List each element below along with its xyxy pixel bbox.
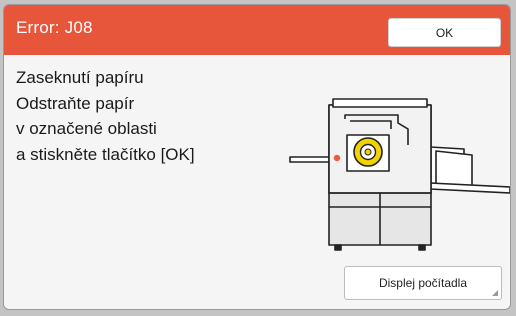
error-message: Zaseknutí papíru Odstraňte papír v označ… <box>16 65 195 167</box>
message-line-3: v označené oblasti <box>16 119 157 138</box>
printer-illustration-icon <box>289 98 510 251</box>
error-title: Error: J08 <box>16 18 93 37</box>
jam-marker-dot <box>333 154 341 162</box>
message-line-4: a stiskněte tlačítko [OK] <box>16 144 195 164</box>
corner-grip-icon <box>492 290 498 296</box>
title-bar: Error: J08 OK <box>4 5 510 55</box>
counter-display-label: Displej počítadla <box>378 276 468 290</box>
message-line-1: Zaseknutí papíru <box>16 68 144 87</box>
counter-display-button[interactable]: Displej počítadla <box>344 266 502 300</box>
jam-location-icon <box>353 137 383 167</box>
ok-button[interactable]: OK <box>388 18 501 47</box>
message-line-2: Odstraňte papír <box>16 93 135 113</box>
error-dialog: Error: J08 OK Zaseknutí papíru Odstraňte… <box>3 4 511 310</box>
